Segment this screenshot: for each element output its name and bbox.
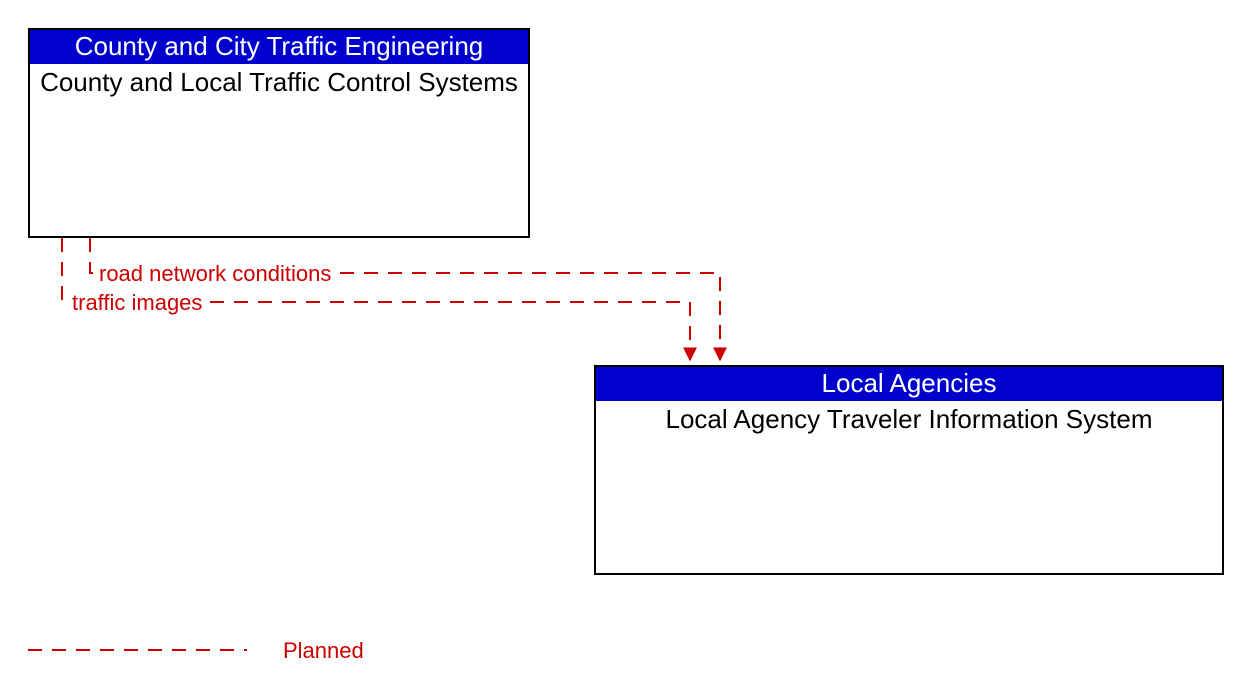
node-local-agencies-header: Local Agencies [596, 367, 1222, 401]
node-county-traffic-body: County and Local Traffic Control Systems [30, 64, 528, 98]
node-local-agencies-body: Local Agency Traveler Information System [596, 401, 1222, 435]
flow-road-network-conditions-label: road network conditions [99, 261, 331, 287]
node-local-agencies: Local Agencies Local Agency Traveler Inf… [594, 365, 1224, 575]
node-county-traffic: County and City Traffic Engineering Coun… [28, 28, 530, 238]
legend-planned-label: Planned [283, 638, 364, 664]
flow-traffic-images-label: traffic images [72, 290, 202, 316]
node-county-traffic-header: County and City Traffic Engineering [30, 30, 528, 64]
